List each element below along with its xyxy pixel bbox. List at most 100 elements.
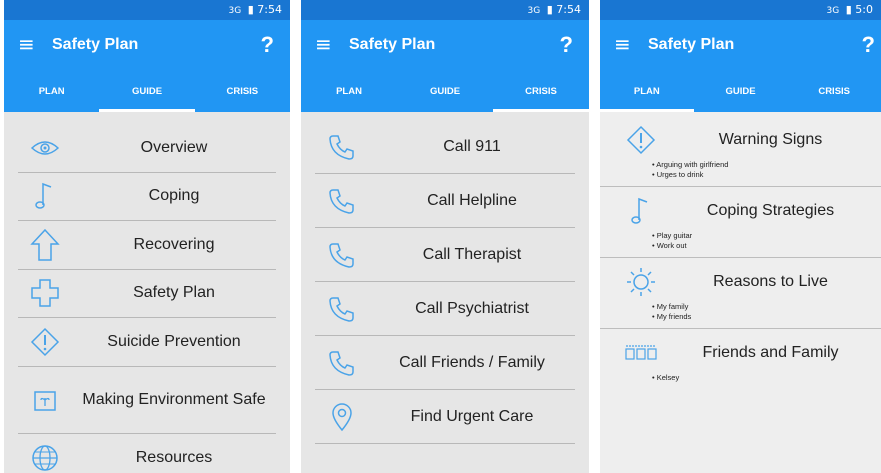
signal-indicator: 3G xyxy=(527,6,541,16)
battery-icon: ▮ xyxy=(845,3,852,16)
list-item: Play guitar xyxy=(652,231,873,241)
plant-box-icon xyxy=(18,388,72,412)
clock: 7:54 xyxy=(556,3,581,16)
guide-item-recovering[interactable]: Recovering xyxy=(18,221,276,270)
signal-indicator: 3G xyxy=(826,6,840,16)
guide-item-label: Resources xyxy=(135,448,213,466)
section-title: Reasons to Live xyxy=(713,273,828,290)
section-title: Friends and Family xyxy=(702,344,839,361)
app-bar: ≡ Safety Plan ? xyxy=(600,20,881,72)
warning-diamond-icon xyxy=(18,327,72,357)
crisis-item-label: Call Friends / Family xyxy=(399,353,545,371)
guide-item-label: Suicide Prevention xyxy=(107,332,241,350)
guide-item-label: Coping xyxy=(148,187,200,205)
location-pin-icon xyxy=(315,402,369,432)
crisis-item-find-urgent-care[interactable]: Find Urgent Care xyxy=(315,390,575,444)
crisis-item-call-psychiatrist[interactable]: Call Psychiatrist xyxy=(315,282,575,336)
help-button[interactable]: ? xyxy=(261,32,274,58)
tab-plan[interactable]: PLAN xyxy=(600,72,694,112)
guide-item-label: Recovering xyxy=(133,235,215,253)
hamburger-menu-icon[interactable]: ≡ xyxy=(614,33,634,55)
phone-plan-screen: 3G ▮ 5:0 ≡ Safety Plan ? PLAN GUIDE CRIS… xyxy=(600,0,881,473)
list-item: Kelsey xyxy=(652,373,873,383)
plan-section-friends-family[interactable]: Friends and Family Kelsey xyxy=(600,329,881,389)
phone-icon xyxy=(315,295,369,323)
hamburger-menu-icon[interactable]: ≡ xyxy=(315,33,335,55)
guide-list: Overview Coping Recovering Safety Plan S… xyxy=(4,112,290,473)
phone-icon xyxy=(315,241,369,269)
guide-item-resources[interactable]: Resources xyxy=(18,434,276,473)
battery-icon: ▮ xyxy=(247,3,254,16)
plan-sections: Warning Signs Arguing with girlfriend Ur… xyxy=(600,112,881,389)
status-bar: 3G ▮ 5:0 xyxy=(600,0,881,20)
list-item: My friends xyxy=(652,312,873,322)
sun-icon xyxy=(614,266,668,298)
phone-icon xyxy=(315,349,369,377)
eye-icon xyxy=(18,138,72,158)
plus-cross-icon xyxy=(18,278,72,308)
app-bar: ≡ Safety Plan ? xyxy=(4,20,290,72)
guide-item-environment-safe[interactable]: Making Environment Safe xyxy=(18,367,276,434)
guide-item-suicide-prevention[interactable]: Suicide Prevention xyxy=(18,318,276,367)
tab-crisis[interactable]: CRISIS xyxy=(493,72,589,112)
crisis-item-label: Call Therapist xyxy=(422,245,522,263)
clock: 5:0 xyxy=(855,3,873,16)
app-title: Safety Plan xyxy=(52,36,139,53)
section-items: Arguing with girlfriend Urges to drink xyxy=(614,160,873,180)
tab-plan[interactable]: PLAN xyxy=(301,72,397,112)
status-bar: 3G ▮ 7:54 xyxy=(4,0,290,20)
list-item: Urges to drink xyxy=(652,170,873,180)
guide-item-overview[interactable]: Overview xyxy=(18,124,276,173)
help-button[interactable]: ? xyxy=(862,32,875,58)
app-title: Safety Plan xyxy=(648,36,735,53)
phone-crisis-screen: 3G ▮ 7:54 ≡ Safety Plan ? PLAN GUIDE CRI… xyxy=(301,0,589,473)
signal-indicator: 3G xyxy=(228,6,242,16)
crisis-item-label: Call Helpline xyxy=(427,191,517,209)
crisis-item-call-therapist[interactable]: Call Therapist xyxy=(315,228,575,282)
clock: 7:54 xyxy=(257,3,282,16)
tab-plan[interactable]: PLAN xyxy=(4,72,99,112)
tab-bar: PLAN GUIDE CRISIS xyxy=(4,72,290,112)
crisis-item-call-helpline[interactable]: Call Helpline xyxy=(315,174,575,228)
music-note-icon xyxy=(614,196,668,226)
guide-item-label: Making Environment Safe xyxy=(82,390,266,408)
section-items: Play guitar Work out xyxy=(614,231,873,251)
hamburger-menu-icon[interactable]: ≡ xyxy=(18,33,38,55)
section-title: Warning Signs xyxy=(718,131,823,148)
tab-guide[interactable]: GUIDE xyxy=(694,72,788,112)
phone-icon xyxy=(315,133,369,161)
section-title: Coping Strategies xyxy=(706,202,835,219)
phone-guide-screen: 3G ▮ 7:54 ≡ Safety Plan ? PLAN GUIDE CRI… xyxy=(4,0,290,473)
guide-item-coping[interactable]: Coping xyxy=(18,173,276,221)
tab-crisis[interactable]: CRISIS xyxy=(787,72,881,112)
battery-icon: ▮ xyxy=(546,3,553,16)
crisis-item-call-911[interactable]: Call 911 xyxy=(315,120,575,174)
status-bar: 3G ▮ 7:54 xyxy=(301,0,589,20)
section-items: Kelsey xyxy=(614,373,873,383)
crisis-item-label: Find Urgent Care xyxy=(410,407,534,425)
globe-icon xyxy=(18,443,72,473)
plan-section-coping-strategies[interactable]: Coping Strategies Play guitar Work out xyxy=(600,187,881,258)
tab-guide[interactable]: GUIDE xyxy=(99,72,195,112)
plan-section-warning-signs[interactable]: Warning Signs Arguing with girlfriend Ur… xyxy=(600,116,881,187)
tab-bar: PLAN GUIDE CRISIS xyxy=(600,72,881,112)
guide-item-label: Safety Plan xyxy=(133,284,215,302)
app-bar: ≡ Safety Plan ? xyxy=(301,20,589,72)
tab-bar: PLAN GUIDE CRISIS xyxy=(301,72,589,112)
list-item: My family xyxy=(652,302,873,312)
plan-section-reasons-to-live[interactable]: Reasons to Live My family My friends xyxy=(600,258,881,329)
tab-crisis[interactable]: CRISIS xyxy=(195,72,290,112)
guide-item-label: Overview xyxy=(140,138,208,156)
contacts-icon xyxy=(614,343,668,363)
guide-item-safety-plan[interactable]: Safety Plan xyxy=(18,270,276,318)
app-title: Safety Plan xyxy=(349,36,436,53)
up-arrow-icon xyxy=(18,228,72,262)
help-button[interactable]: ? xyxy=(560,32,573,58)
phone-icon xyxy=(315,187,369,215)
crisis-list: Call 911 Call Helpline Call Therapist Ca… xyxy=(301,112,589,444)
tab-guide[interactable]: GUIDE xyxy=(397,72,493,112)
crisis-item-call-friends-family[interactable]: Call Friends / Family xyxy=(315,336,575,390)
music-note-icon xyxy=(18,181,72,211)
warning-diamond-icon xyxy=(614,125,668,155)
section-items: My family My friends xyxy=(614,302,873,322)
